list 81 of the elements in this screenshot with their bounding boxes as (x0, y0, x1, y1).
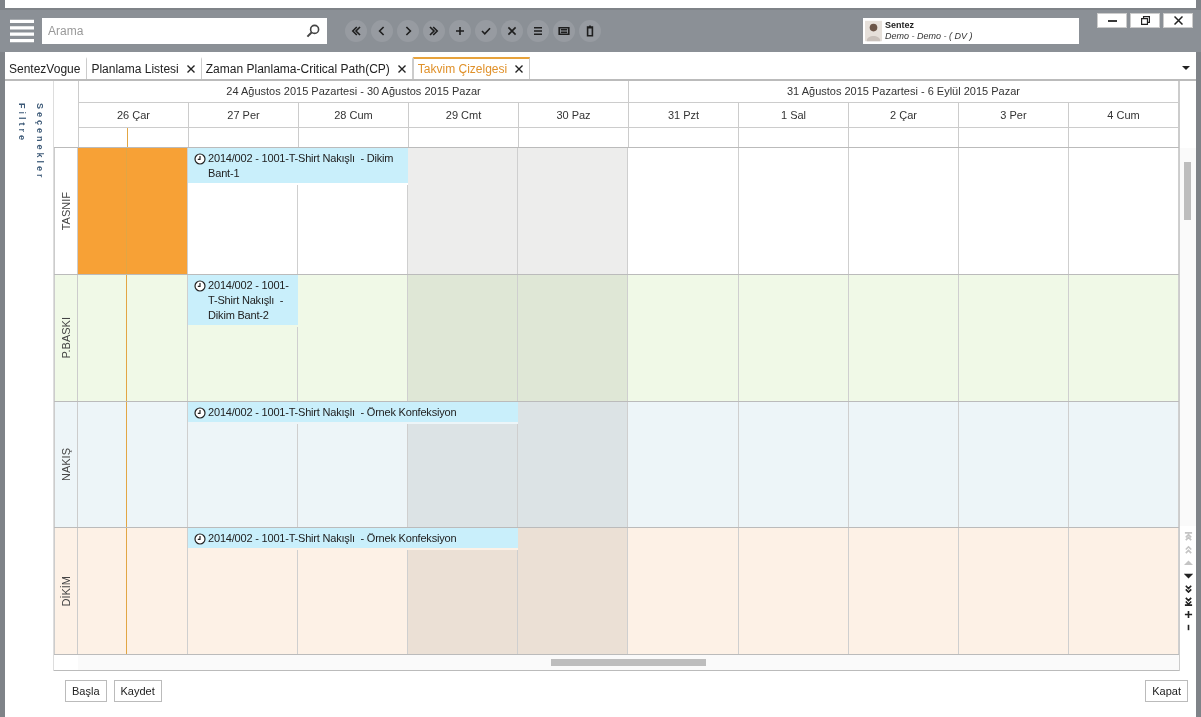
search-icon[interactable] (305, 23, 321, 39)
clock-icon (194, 533, 207, 546)
vertical-scrollbar[interactable] (1180, 148, 1196, 526)
day-header: 2 Çar (849, 103, 959, 128)
horizontal-scrollbar[interactable] (78, 655, 1179, 670)
confirm-button[interactable] (475, 20, 497, 42)
event-label: 2014/002 - 1001-T-Shirt Nakışlı - Dikim Bant-1 (208, 151, 395, 181)
event-bar[interactable]: 2014/002 - 1001-T-Shirt Nakışlı - Örnek Konfeksiyon (188, 401, 519, 422)
tab[interactable]: Zaman Planlama-Critical Path(CP) (201, 57, 413, 79)
day-cell[interactable] (518, 148, 629, 274)
tab[interactable]: Planlama Listesi (87, 57, 202, 79)
menu-icon[interactable] (10, 18, 34, 44)
clock-icon (194, 153, 207, 165)
event-bar[interactable]: 2014/002 - 1001-T-Shirt Nakışlı - Örnek Konfeksiyon (188, 528, 519, 549)
next-button[interactable] (397, 20, 419, 42)
previous-button[interactable] (371, 20, 393, 42)
minimize-icon (1107, 19, 1117, 22)
last-icon[interactable] (1183, 597, 1193, 606)
event-label: 2014/002 - 1001-T-Shirt Nakışlı - Örnek Konfeksiyon (208, 531, 457, 547)
footer-button[interactable]: Kaydet (113, 680, 162, 702)
day-cell[interactable] (518, 528, 629, 654)
day-cell[interactable] (408, 148, 519, 274)
minimize-button[interactable] (1097, 13, 1127, 28)
event-bar[interactable]: 2014/002 - 1001-T-Shirt Nakışlı - Dikim Bant-2 (188, 274, 299, 325)
day-cell[interactable] (408, 550, 519, 654)
day-header: 30 Paz (519, 103, 629, 128)
list-button[interactable] (527, 20, 549, 42)
down-icon[interactable] (1183, 571, 1193, 580)
day-header: 27 Per (189, 103, 299, 128)
day-cell[interactable] (518, 274, 629, 401)
clock-icon (194, 406, 207, 419)
day-cell[interactable] (78, 148, 189, 274)
close-icon[interactable] (397, 65, 406, 73)
day-header: 28 Cum (299, 103, 409, 128)
search-field[interactable]: Arama (48, 22, 305, 40)
day-header: 1 Sal (739, 103, 849, 128)
week-header: 31 Ağustos 2015 Pazartesi - 6 Eylül 2015 Pazar (629, 81, 1179, 103)
search-box[interactable]: Arama (42, 18, 327, 44)
close-icon[interactable] (515, 65, 524, 73)
close-icon (1173, 16, 1183, 25)
tab[interactable]: SentezVogue (5, 57, 88, 79)
user-name: Sentez (885, 20, 915, 31)
caret-icon[interactable] (1182, 66, 1190, 70)
clock-icon (194, 279, 207, 292)
add-button[interactable] (449, 20, 471, 42)
day-cell[interactable] (408, 423, 519, 528)
restore-icon (1140, 16, 1150, 25)
scrollbar-thumb[interactable] (551, 659, 706, 666)
resource-label: DİKİM (60, 575, 72, 607)
user-card[interactable]: Sentez Demo - Demo - ( DV ) (863, 18, 1079, 44)
page-down-icon[interactable] (1183, 584, 1193, 593)
week-header: 24 Ağustos 2015 Pazartesi - 30 Ağustos 2015 Pazar (79, 81, 629, 103)
day-cell[interactable] (518, 401, 629, 528)
day-header: 29 Cmt (409, 103, 519, 128)
last-button[interactable] (423, 20, 445, 42)
day-header: 4 Cum (1069, 103, 1179, 128)
day-header: 3 Per (959, 103, 1069, 128)
event-label: 2014/002 - 1001-T-Shirt Nakışlı - Dikim Bant-2 (208, 277, 290, 323)
day-header: 26 Çar (79, 103, 189, 128)
user-company: Demo - Demo - ( DV ) (885, 31, 973, 42)
add-icon[interactable] (1183, 610, 1193, 619)
event-label: 2014/002 - 1001-T-Shirt Nakışlı - Örnek Konfeksiyon (208, 404, 457, 420)
resource-label: NAKIŞ (60, 447, 72, 481)
keyboard-button[interactable] (553, 20, 575, 42)
delete-button[interactable] (579, 20, 601, 42)
resource-label: P.BASKI (60, 316, 72, 359)
filter-panel-label[interactable]: Seçenekler (35, 103, 45, 181)
avatar-icon (865, 20, 882, 42)
scrollbar-thumb[interactable] (1184, 162, 1191, 220)
day-cell[interactable] (408, 274, 519, 401)
footer-button[interactable]: Başla (65, 680, 107, 702)
close-icon[interactable] (186, 65, 195, 73)
day-header: 31 Pzt (629, 103, 739, 128)
close-window-button[interactable]: Kapat (1145, 680, 1188, 702)
cancel-button[interactable] (501, 20, 523, 42)
restore-button[interactable] (1130, 13, 1160, 28)
close-button[interactable] (1163, 13, 1193, 28)
resource-label: TASNIF (60, 191, 72, 230)
first-button[interactable] (345, 20, 367, 42)
event-bar[interactable]: 2014/002 - 1001-T-Shirt Nakışlı - Dikim Bant-1 (188, 148, 409, 183)
filter-panel-label[interactable]: Filtre (17, 103, 27, 143)
